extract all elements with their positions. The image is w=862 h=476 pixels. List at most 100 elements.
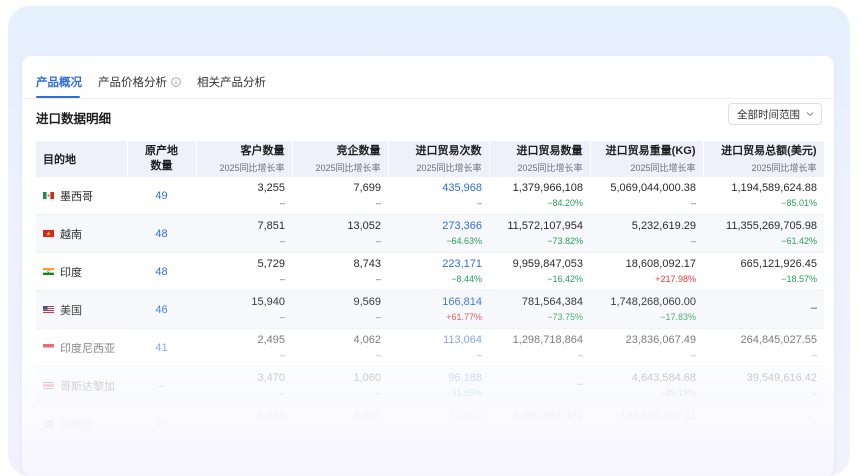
column-header-trade-quantity[interactable]: 进口贸易数量 2025同比增长率 (489, 141, 591, 177)
time-range-select[interactable]: 全部时间范围 (728, 103, 822, 125)
column-header-origin-count[interactable]: 原产地 数量 (127, 141, 197, 177)
growth-rate: – (577, 350, 583, 360)
growth-rate: – (476, 198, 482, 208)
growth-rate: – (279, 236, 285, 246)
growth-rate: −73.75% (547, 312, 583, 322)
growth-rate: +61.77% (446, 312, 482, 322)
origin-count-cell[interactable]: 44 (127, 404, 196, 443)
growth-rate: −31.95% (446, 388, 482, 398)
competitors-cell: 1,060– (292, 366, 388, 405)
table-row[interactable]: 菲律宾 44 4,585–8,611–74,403–3,390,881,371–19… (36, 404, 824, 443)
trade-count-cell: 113,064– (388, 328, 489, 367)
origin-count-link[interactable]: 44 (155, 418, 167, 430)
indonesia-flag-icon (43, 344, 54, 351)
column-header-trade-weight[interactable]: 进口贸易重量(KG) 2025同比增长率 (590, 141, 704, 177)
origin-count-cell[interactable]: 49 (127, 177, 196, 215)
destination-cell: 印度 (36, 252, 127, 291)
growth-rate: +217.98% (655, 274, 696, 284)
mexico-flag-icon (43, 192, 54, 199)
customers-cell: 3,470– (196, 366, 292, 405)
growth-rate: – (375, 312, 381, 322)
column-header-destination[interactable]: 目的地 (36, 141, 128, 177)
table-row[interactable]: 哥斯达黎加 –3,470–1,060–96,188 −31.95% –4,643,58… (36, 366, 824, 405)
time-range-value: 全部时间范围 (737, 108, 800, 121)
growth-rate: – (279, 198, 285, 208)
competitors-cell: 7,699– (292, 177, 388, 215)
trade-quantity-cell: – (489, 366, 590, 405)
country-name: 墨西哥 (60, 190, 93, 203)
table-row[interactable]: 墨西哥 49 3,255–7,699–435,968–1,379,966,108 −8… (36, 177, 824, 215)
trade-quantity-cell: 781,564,384 −73.75% (489, 290, 590, 329)
trade-value-cell: 1,194,589,624.88 −85.01% (703, 177, 824, 215)
growth-rate: – (476, 350, 482, 360)
origin-count-link[interactable]: 48 (155, 266, 167, 278)
table-row[interactable]: 越南 48 7,851–13,052–273,366 −64.63% 11,572,10… (36, 214, 824, 253)
growth-rate: −61.42% (781, 236, 817, 246)
competitors-cell: 8,743– (292, 252, 388, 291)
trade-value-cell: 665,121,926.45 −18.57% (703, 252, 824, 291)
customers-cell: 2,495– (196, 328, 292, 367)
origin-count-link[interactable]: 49 (155, 190, 167, 202)
tab-product-overview[interactable]: 产品概况 (36, 74, 82, 98)
trade-count-cell: 223,171 −8.44% (388, 252, 489, 291)
growth-rate: – (375, 198, 381, 208)
column-header-trade-count[interactable]: 进口贸易次数 2025同比增长率 (388, 141, 490, 177)
table-row[interactable]: 印度尼西亚 41 2,495–4,062–113,064–1,298,718,864… (36, 328, 824, 367)
destination-cell: 哥斯达黎加 (36, 366, 127, 405)
trade-value-cell: – (703, 290, 824, 329)
destination-cell: 菲律宾 (36, 404, 127, 443)
country-name: 印度 (60, 266, 82, 279)
column-header-customers[interactable]: 客户数量 2025同比增长率 (196, 141, 293, 177)
growth-rate: – (279, 350, 285, 360)
competitors-cell: 9,569– (292, 290, 388, 329)
info-icon[interactable] (171, 77, 181, 87)
competitors-cell: 8,611– (292, 404, 388, 443)
origin-count-cell[interactable]: 48 (127, 214, 196, 253)
trade-quantity-cell: 1,298,718,864– (489, 328, 590, 367)
origin-count-cell[interactable]: 48 (127, 252, 196, 291)
growth-rate: −18.57% (781, 274, 817, 284)
origin-count-link[interactable]: 48 (155, 228, 167, 240)
trade-weight-cell: 1,748,268,060.00 −17.83% (590, 290, 703, 329)
country-name: 菲律宾 (60, 418, 93, 431)
growth-rate: – (375, 388, 381, 398)
growth-rate: −73.82% (547, 236, 583, 246)
origin-count-cell[interactable]: 46 (127, 290, 196, 329)
table-row[interactable]: 印度 48 5,729–8,743–223,171 −8.44% 9,959,847,0… (36, 252, 824, 291)
growth-rate: – (690, 236, 696, 246)
vietnam-flag-icon (43, 230, 54, 237)
content-card: 产品概况 产品价格分析 相关产品分析 进口数据明细 全部时间范围 目的地 原产地… (22, 56, 834, 476)
customers-cell: 5,729– (196, 252, 292, 291)
growth-rate: – (375, 426, 381, 436)
trade-quantity-cell: 11,572,107,954 −73.82% (489, 214, 590, 253)
origin-count-cell[interactable]: – (127, 366, 196, 405)
tab-label: 相关产品分析 (197, 77, 266, 89)
trade-count-cell: 74,403– (388, 404, 489, 443)
growth-rate: −17.83% (660, 312, 696, 322)
growth-rate: – (577, 426, 583, 436)
tab-related-analysis[interactable]: 相关产品分析 (197, 74, 266, 90)
trade-value-cell: – (703, 404, 824, 443)
growth-rate: – (279, 312, 285, 322)
destination-cell: 越南 (36, 214, 127, 253)
trade-weight-cell: 4,643,584.68 −49.19% (590, 366, 703, 405)
destination-cell: 印度尼西亚 (36, 328, 127, 367)
competitors-cell: 4,062– (292, 328, 388, 367)
column-header-competitors[interactable]: 竞企数量 2025同比增长率 (292, 141, 389, 177)
trade-quantity-cell: 3,390,881,371– (489, 404, 590, 443)
tab-price-analysis[interactable]: 产品价格分析 (98, 74, 181, 90)
origin-count-link[interactable]: 46 (155, 304, 167, 316)
competitors-cell: 13,052– (292, 214, 388, 253)
origin-count-link[interactable]: 41 (155, 342, 167, 354)
growth-rate: – (279, 426, 285, 436)
customers-cell: 15,940– (196, 290, 292, 329)
column-header-trade-value[interactable]: 进口贸易总额(美元) 2025同比增长率 (703, 141, 825, 177)
origin-count-link[interactable]: – (158, 380, 164, 392)
trade-weight-cell: 196,855,707.11– (590, 404, 703, 443)
import-data-table: 目的地 原产地 数量 客户数量 2025同比增长率 竞企数量 2025同比增长率… (36, 141, 825, 443)
origin-count-cell[interactable]: 41 (127, 328, 196, 367)
india-flag-icon (43, 268, 54, 275)
philippines-flag-icon (43, 420, 54, 427)
trade-weight-cell: 23,836,067.49– (590, 328, 703, 367)
table-row[interactable]: 美国 46 15,940–9,569–166,814 +61.77% 781,564,3… (36, 290, 824, 329)
